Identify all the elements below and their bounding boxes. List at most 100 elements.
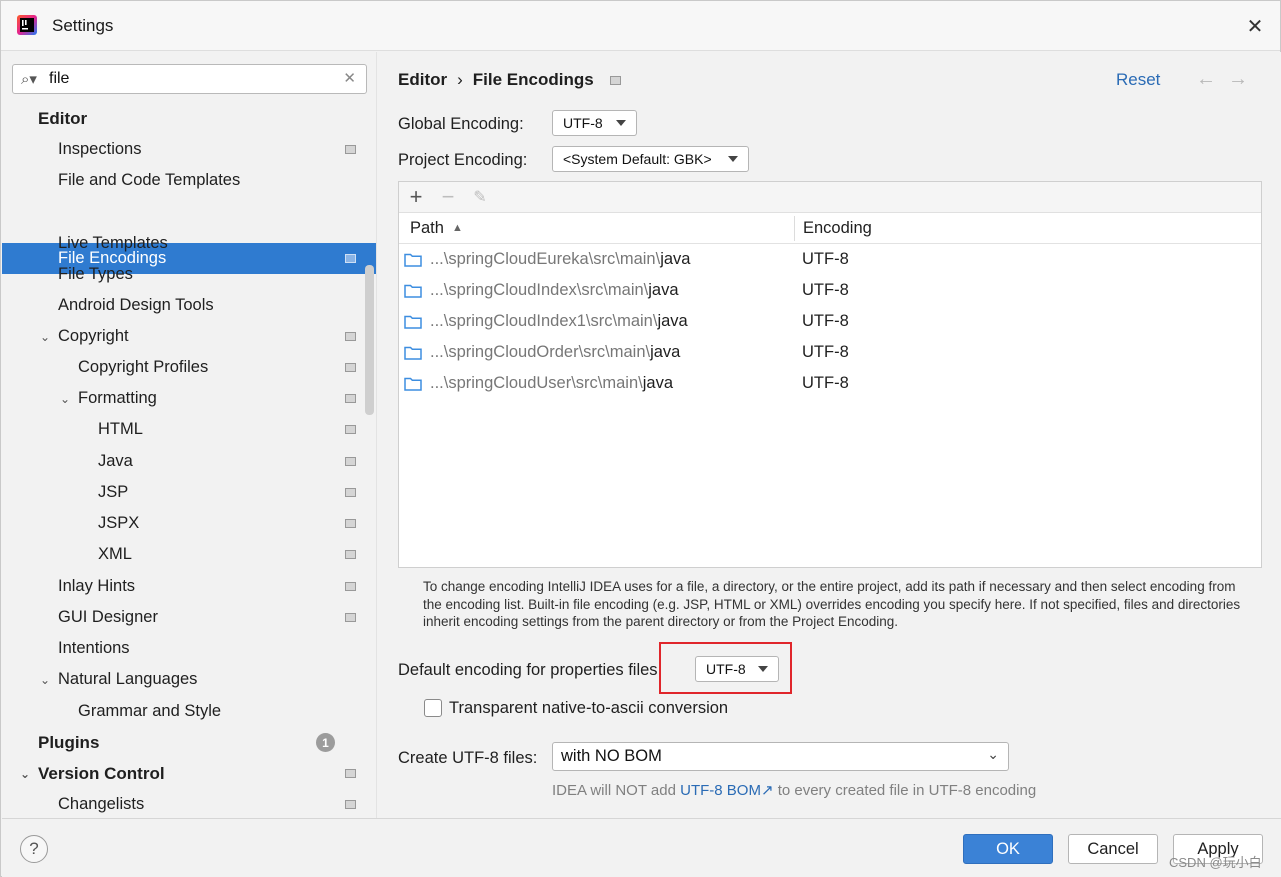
- tree-item-inspections[interactable]: Inspections: [2, 134, 376, 165]
- tree-item-label: HTML: [98, 420, 143, 438]
- tree-item-xml[interactable]: XML: [2, 539, 376, 570]
- row-encoding[interactable]: UTF-8: [802, 343, 849, 362]
- global-encoding-select[interactable]: UTF-8: [552, 110, 637, 136]
- tree-item-label: JSPX: [98, 514, 140, 532]
- watermark: CSDN @玩小白: [1169, 855, 1262, 870]
- project-settings-icon: [345, 425, 356, 434]
- row-encoding[interactable]: UTF-8: [802, 250, 849, 269]
- row-path-leaf: java: [650, 343, 681, 361]
- tree-item-label: Live Templates: [58, 234, 168, 252]
- row-path-prefix: ...\springCloudOrder\src\main\: [430, 343, 651, 361]
- chevron-down-icon[interactable]: ⌄: [38, 673, 52, 687]
- table-row[interactable]: ...\springCloudUser\src\main\java UTF-8: [399, 368, 1261, 399]
- project-settings-icon: [609, 75, 621, 85]
- table-row[interactable]: ...\springCloudIndex1\src\main\java UTF-…: [399, 306, 1261, 337]
- tree-item-copyright-profiles[interactable]: Copyright Profiles: [2, 352, 376, 383]
- folder-icon: [404, 346, 422, 360]
- tree-item-android-design-tools[interactable]: Android Design Tools: [2, 290, 376, 321]
- encoding-description: To change encoding IntelliJ IDEA uses fo…: [423, 579, 1241, 629]
- bom-hint-before: IDEA will NOT add: [552, 782, 681, 799]
- tree-item-copyright[interactable]: ⌄ Copyright: [2, 321, 376, 352]
- create-utf8-select[interactable]: with NO BOM ⌄: [552, 742, 1009, 771]
- tree-item-html[interactable]: HTML: [2, 414, 376, 445]
- native-to-ascii-label[interactable]: Transparent native-to-ascii conversion: [449, 699, 728, 718]
- row-path-leaf: java: [660, 250, 691, 268]
- tree-item-changelists[interactable]: Changelists: [2, 789, 376, 818]
- chevron-down-icon[interactable]: ⌄: [18, 767, 32, 781]
- tree-item-version-control[interactable]: ⌄ Version Control: [2, 758, 376, 789]
- project-settings-icon: [345, 800, 356, 809]
- sort-ascending-icon: ▲: [451, 222, 463, 234]
- column-header-path[interactable]: Path ▲: [410, 219, 463, 238]
- tree-item-plugins[interactable]: Plugins 1: [2, 727, 376, 758]
- project-settings-icon: [345, 394, 356, 403]
- row-encoding[interactable]: UTF-8: [802, 374, 849, 393]
- global-encoding-value: UTF-8: [563, 115, 603, 131]
- tree-item-inlay-hints[interactable]: Inlay Hints: [2, 571, 376, 602]
- tree-item-label: Plugins: [38, 732, 100, 752]
- reset-link[interactable]: Reset: [1116, 70, 1160, 90]
- tree-item-label: Changelists: [58, 795, 145, 813]
- search-field[interactable]: ⌕▾ ✕: [12, 64, 367, 94]
- dialog-footer: ? OK Cancel Apply CSDN @玩小白: [2, 818, 1281, 877]
- tree-item-editor[interactable]: Editor: [2, 103, 376, 134]
- utf8-bom-link-label: UTF-8 BOM: [680, 782, 761, 799]
- tree-item-formatting[interactable]: ⌄ Formatting: [2, 383, 376, 414]
- bom-hint: IDEA will NOT add UTF-8 BOM↗ to every cr…: [552, 781, 1036, 799]
- tree-item-label: Natural Languages: [58, 670, 198, 688]
- project-settings-icon: [345, 332, 356, 341]
- tree-item-label: Formatting: [78, 389, 157, 407]
- column-header-encoding[interactable]: Encoding: [803, 219, 872, 238]
- project-encoding-value: <System Default: GBK>: [563, 151, 712, 167]
- edit-pencil-icon[interactable]: ✎: [469, 185, 491, 209]
- row-path-prefix: ...\springCloudEureka\src\main\: [430, 250, 661, 268]
- tree-item-java[interactable]: Java: [2, 446, 376, 477]
- tree-item-jspx[interactable]: JSPX: [2, 508, 376, 539]
- tree-item-jsp[interactable]: JSP: [2, 477, 376, 508]
- tree-item-label: Inspections: [58, 140, 142, 158]
- tree-item-file-types[interactable]: File Types: [2, 259, 376, 290]
- chevron-down-icon: ⌄: [987, 746, 999, 762]
- chevron-down-icon[interactable]: ⌄: [38, 330, 52, 344]
- arrow-left-icon[interactable]: ←: [1196, 68, 1216, 91]
- arrow-right-icon[interactable]: →: [1228, 68, 1248, 91]
- column-divider[interactable]: [794, 216, 795, 241]
- plugins-update-badge: 1: [316, 733, 335, 752]
- tree-item-live-templates[interactable]: Live Templates: [2, 228, 376, 259]
- external-link-icon: ↗: [760, 782, 774, 799]
- search-input[interactable]: [49, 69, 339, 89]
- project-encoding-select[interactable]: <System Default: GBK>: [552, 146, 749, 172]
- intellij-app-icon: [17, 15, 37, 35]
- tree-item-grammar-and-style[interactable]: Grammar and Style: [2, 696, 376, 727]
- add-icon[interactable]: +: [405, 184, 427, 209]
- help-icon[interactable]: ?: [20, 835, 48, 863]
- folder-icon: [404, 377, 422, 391]
- table-row[interactable]: ...\springCloudEureka\src\main\java UTF-…: [399, 244, 1261, 275]
- table-row[interactable]: ...\springCloudIndex\src\main\java UTF-8: [399, 275, 1261, 306]
- sidebar-scrollbar[interactable]: [365, 265, 374, 415]
- project-settings-icon: [345, 769, 356, 778]
- native-to-ascii-checkbox[interactable]: [424, 699, 442, 717]
- utf8-bom-link[interactable]: UTF-8 BOM↗: [680, 782, 773, 799]
- tree-item-file-and-code-templates[interactable]: File and Code Templates: [2, 165, 376, 196]
- table-row[interactable]: ...\springCloudOrder\src\main\java UTF-8: [399, 337, 1261, 368]
- folder-icon: [404, 253, 422, 267]
- file-encodings-panel: Editor › File Encodings Reset ← → Global…: [378, 52, 1281, 818]
- row-path: ...\springCloudEureka\src\main\java: [430, 250, 690, 269]
- tree-item-natural-languages[interactable]: ⌄ Natural Languages: [2, 664, 376, 695]
- chevron-down-icon[interactable]: ⌄: [58, 392, 72, 406]
- project-settings-icon: [345, 488, 356, 497]
- ok-button[interactable]: OK: [963, 834, 1053, 864]
- clear-search-icon[interactable]: ✕: [343, 69, 356, 87]
- cancel-button[interactable]: Cancel: [1068, 834, 1158, 864]
- global-encoding-label: Global Encoding:: [398, 115, 524, 133]
- breadcrumb-separator: ›: [457, 70, 463, 89]
- tree-item-label: Java: [98, 452, 133, 470]
- close-icon[interactable]: ✕: [1242, 13, 1268, 39]
- row-encoding[interactable]: UTF-8: [802, 312, 849, 331]
- tree-item-gui-designer[interactable]: GUI Designer: [2, 602, 376, 633]
- tree-item-intentions[interactable]: Intentions: [2, 633, 376, 664]
- remove-icon[interactable]: −: [437, 184, 459, 209]
- row-encoding[interactable]: UTF-8: [802, 281, 849, 300]
- breadcrumb-parent[interactable]: Editor: [398, 70, 447, 90]
